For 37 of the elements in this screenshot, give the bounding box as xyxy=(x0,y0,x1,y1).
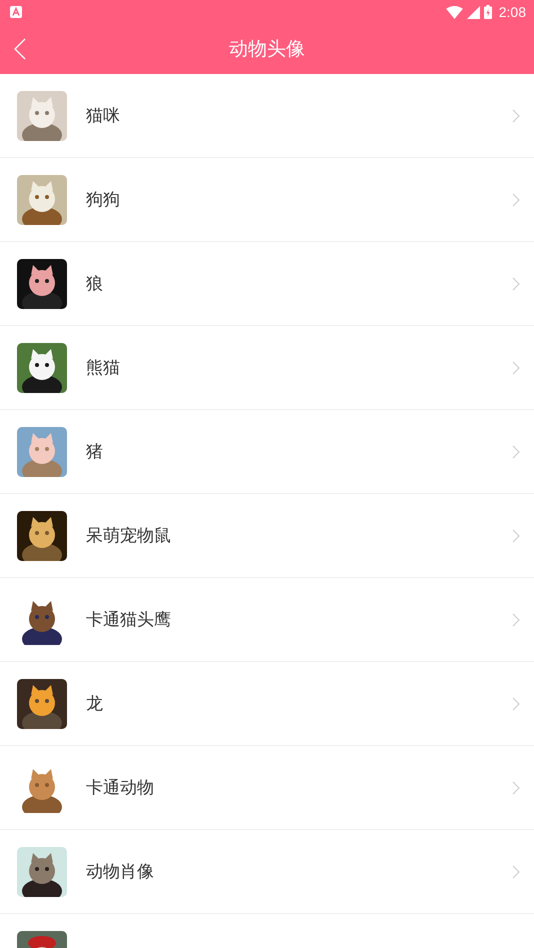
category-label: 猫咪 xyxy=(86,105,121,127)
category-label: 卡通猫头鹰 xyxy=(86,609,172,631)
chevron-right-icon xyxy=(512,528,520,542)
category-label: 狗狗 xyxy=(86,189,121,211)
battery-icon xyxy=(484,5,492,19)
chevron-right-icon xyxy=(512,276,520,290)
page-title: 动物头像 xyxy=(229,37,305,62)
animal-category-row[interactable]: 卡通猫头鹰 xyxy=(0,578,534,662)
animal-category-row[interactable]: 熊猫 xyxy=(0,326,534,410)
animal-category-row[interactable]: 呆萌宠物鼠 xyxy=(0,494,534,578)
category-label: 动物肖像 xyxy=(86,861,155,883)
animal-category-row[interactable]: 狗狗 xyxy=(0,158,534,242)
category-label: 猪 xyxy=(86,441,104,463)
signal-icon xyxy=(466,6,480,18)
back-icon xyxy=(14,38,26,60)
chevron-right-icon xyxy=(512,780,520,794)
chevron-right-icon xyxy=(512,192,520,206)
wifi-icon xyxy=(446,6,463,18)
notification-icon xyxy=(10,6,22,18)
category-label: 狼 xyxy=(86,273,104,295)
animal-category-row[interactable]: 猫咪 xyxy=(0,74,534,158)
animal-category-row[interactable]: 龙 xyxy=(0,662,534,746)
category-label: 呆萌宠物鼠 xyxy=(86,525,172,547)
chevron-right-icon xyxy=(512,612,520,626)
animal-category-row[interactable]: 狼 xyxy=(0,242,534,326)
chevron-right-icon xyxy=(512,444,520,458)
animal-category-row[interactable]: 猪 xyxy=(0,410,534,494)
chevron-right-icon xyxy=(512,360,520,374)
category-label: 熊猫 xyxy=(86,357,121,379)
category-label: 卡通动物 xyxy=(86,777,155,799)
clock-time: 2:08 xyxy=(498,4,526,20)
chevron-right-icon xyxy=(512,108,520,122)
category-label: 龙 xyxy=(86,693,104,715)
chevron-right-icon xyxy=(512,696,520,710)
animal-category-row[interactable]: 动物肖像 xyxy=(0,830,534,914)
animal-category-row[interactable]: 卡通动物 xyxy=(0,746,534,830)
chevron-right-icon xyxy=(512,864,520,878)
